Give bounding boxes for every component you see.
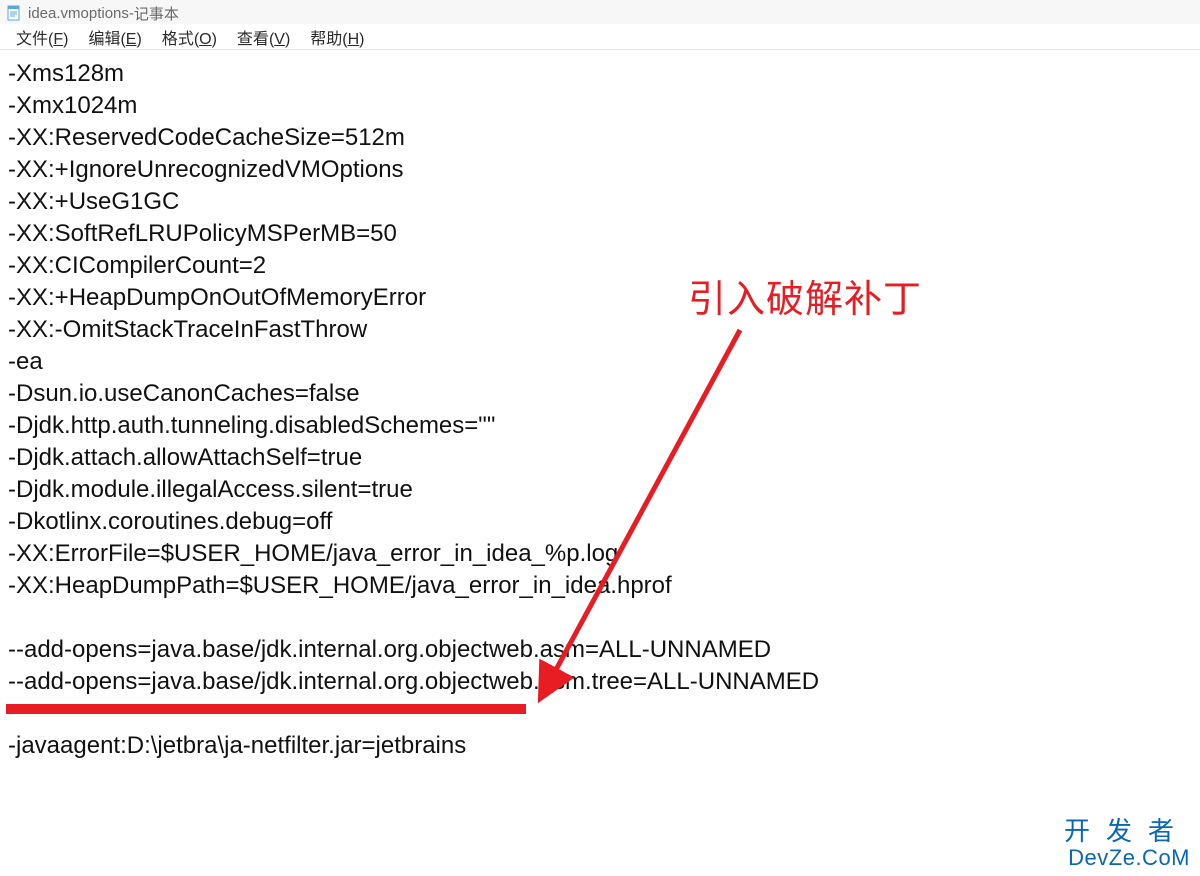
watermark-cn: 开发者	[1064, 817, 1190, 846]
menu-edit[interactable]: 编辑(E)	[78, 23, 151, 51]
titlebar: idea.vmoptions - 记事本	[0, 0, 1200, 24]
notepad-icon	[6, 5, 22, 21]
menu-file[interactable]: 文件(F)	[6, 23, 78, 51]
menubar: 文件(F) 编辑(E) 格式(O) 查看(V) 帮助(H)	[0, 24, 1200, 50]
editor-content[interactable]: -Xms128m -Xmx1024m -XX:ReservedCodeCache…	[0, 50, 1200, 772]
annotation-label: 引入破解补丁	[688, 268, 922, 323]
title-filename: idea.vmoptions	[28, 5, 129, 22]
title-appname: 记事本	[134, 3, 179, 24]
menu-help[interactable]: 帮助(H)	[300, 23, 374, 51]
watermark: 开发者 DevZe.CoM	[1064, 817, 1190, 870]
watermark-en: DevZe.CoM	[1064, 846, 1190, 870]
menu-format[interactable]: 格式(O)	[152, 23, 227, 51]
menu-view[interactable]: 查看(V)	[227, 23, 300, 51]
highlight-underline	[6, 704, 526, 714]
